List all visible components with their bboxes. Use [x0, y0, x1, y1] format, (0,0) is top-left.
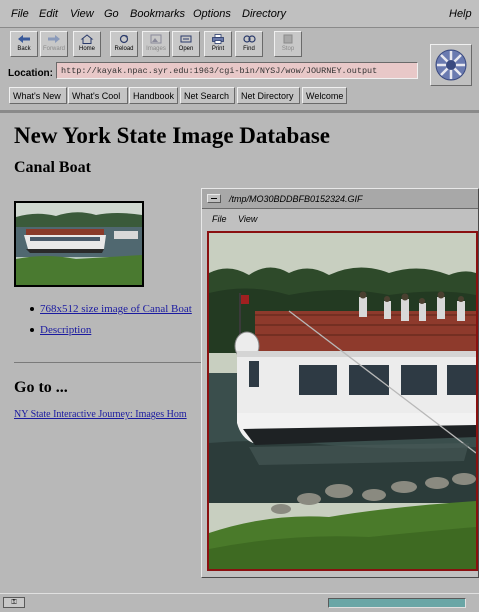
open-button[interactable]: Open: [172, 31, 200, 57]
back-label: Back: [17, 46, 31, 52]
image-menu-view[interactable]: View: [238, 214, 257, 224]
page-subtitle: Canal Boat: [14, 159, 91, 176]
menu-help[interactable]: Help: [449, 8, 472, 20]
stop-label: Stop: [281, 46, 295, 52]
forward-arrow-icon: [48, 35, 60, 43]
divider: [14, 362, 204, 363]
image-viewer-window[interactable]: /tmp/MO30BDDBFB0152324.GIF File View: [201, 188, 479, 578]
find-button[interactable]: Find: [235, 31, 263, 57]
menu-go[interactable]: Go: [104, 8, 119, 20]
goto-heading: Go to ...: [14, 379, 68, 396]
reload-label: Reload: [114, 46, 134, 52]
forward-button[interactable]: Forward: [40, 31, 68, 57]
net-search-button[interactable]: Net Search: [180, 87, 235, 104]
home-icon: [80, 34, 94, 44]
handbook-button[interactable]: Handbook: [129, 87, 178, 104]
menu-bar: File Edit View Go Bookmarks Options Dire…: [0, 0, 479, 28]
home-label: Home: [78, 46, 95, 52]
reload-button[interactable]: Reload: [110, 31, 138, 57]
find-icon: [243, 35, 256, 43]
list-item: 768x512 size image of Canal Boat: [30, 303, 192, 315]
reload-icon: [119, 34, 129, 44]
journey-home-link[interactable]: NY State Interactive Journey: Images Hom: [14, 409, 202, 420]
bullet: [30, 328, 34, 332]
menu-bookmarks[interactable]: Bookmarks: [130, 8, 185, 20]
menu-edit[interactable]: Edit: [39, 8, 58, 20]
stop-icon: [283, 34, 293, 44]
description-link[interactable]: Description: [40, 324, 91, 336]
print-label: Print: [211, 46, 225, 52]
progress-bar: [328, 598, 466, 608]
image-window-titlebar[interactable]: /tmp/MO30BDDBFB0152324.GIF: [202, 189, 478, 209]
thumbnail-image: [16, 203, 142, 285]
security-lock-icon[interactable]: ⚿: [3, 597, 25, 608]
image-menu-file[interactable]: File: [212, 214, 227, 224]
stop-button[interactable]: Stop: [274, 31, 302, 57]
images-label: Images: [146, 46, 166, 52]
window-menu-icon[interactable]: [207, 194, 221, 203]
menu-options[interactable]: Options: [193, 8, 231, 20]
logo-icon: [435, 49, 467, 81]
find-label: Find: [243, 46, 255, 52]
home-button[interactable]: Home: [73, 31, 101, 57]
menu-view[interactable]: View: [70, 8, 94, 20]
images-button[interactable]: Images: [142, 31, 170, 57]
canal-boat-thumbnail[interactable]: [14, 201, 144, 287]
location-label: Location:: [8, 68, 53, 79]
forward-label: Forward: [42, 46, 65, 52]
open-icon: [180, 35, 192, 43]
back-button[interactable]: Back: [10, 31, 38, 57]
canal-boat-photo: [207, 231, 478, 571]
welcome-button[interactable]: Welcome: [302, 87, 347, 104]
print-button[interactable]: Print: [204, 31, 232, 57]
whats-new-button[interactable]: What's New: [9, 87, 67, 104]
print-icon: [212, 34, 224, 44]
open-label: Open: [178, 46, 194, 52]
location-field[interactable]: http://kayak.npac.syr.edu:1963/cgi-bin/N…: [56, 62, 418, 79]
whats-cool-button[interactable]: What's Cool: [68, 87, 128, 104]
canal-boat-image: [209, 233, 476, 569]
menu-file[interactable]: File: [11, 8, 29, 20]
netscape-logo[interactable]: [430, 44, 472, 86]
page-title: New York State Image Database: [14, 123, 330, 148]
list-item: Description: [30, 324, 91, 336]
images-icon: [150, 34, 162, 44]
menu-directory[interactable]: Directory: [242, 8, 286, 20]
image-window-title: /tmp/MO30BDDBFB0152324.GIF: [229, 194, 363, 204]
bullet: [30, 307, 34, 311]
back-arrow-icon: [18, 35, 30, 43]
net-directory-button[interactable]: Net Directory: [237, 87, 300, 104]
large-image-link[interactable]: 768x512 size image of Canal Boat: [40, 303, 192, 315]
